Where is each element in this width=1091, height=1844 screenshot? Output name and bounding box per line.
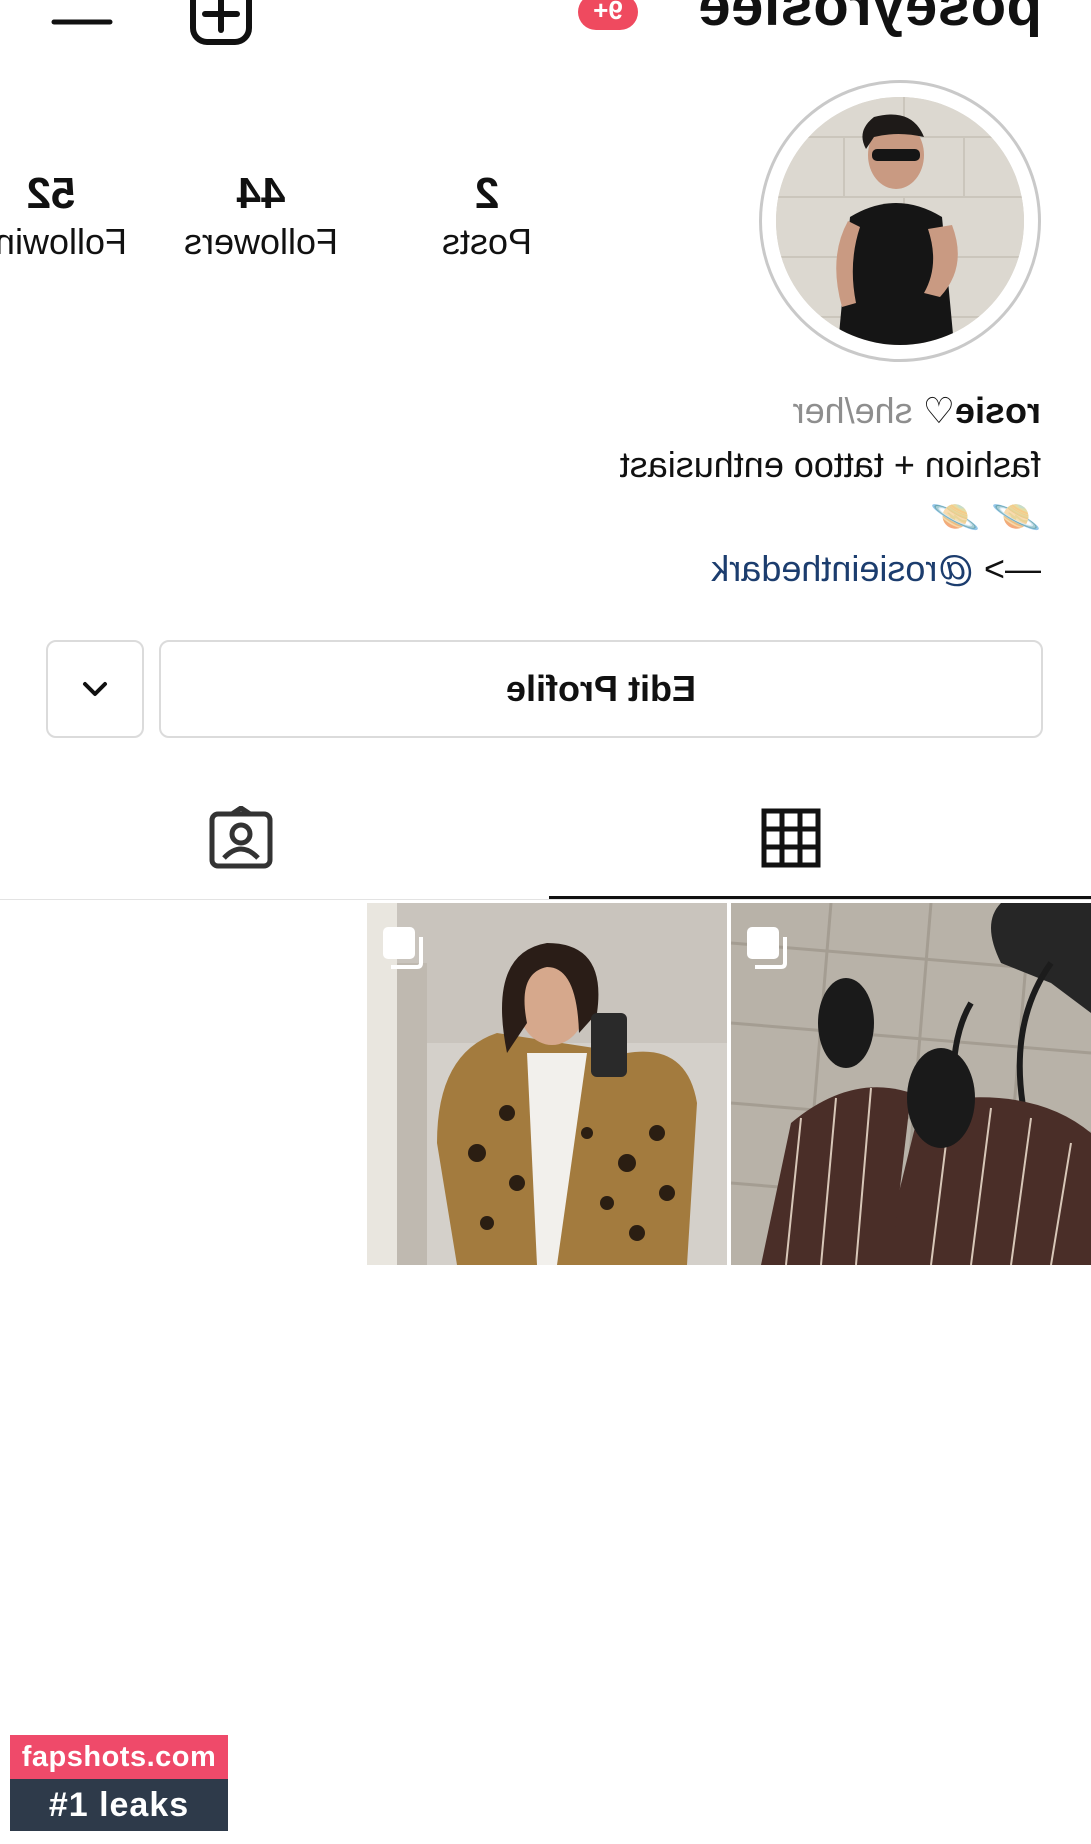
posts-label: Posts bbox=[441, 221, 533, 262]
mirrored-screen: poseyrosiee 9+ 2 Posts 44 Followers 52 F… bbox=[0, 0, 1091, 1844]
tagged-icon bbox=[209, 805, 273, 869]
following-count: 52 bbox=[26, 169, 76, 218]
suggested-dropdown-button[interactable] bbox=[46, 640, 144, 738]
watermark-site: fapshots.com bbox=[10, 1735, 228, 1779]
following-label: Following bbox=[0, 221, 128, 262]
followers-stat[interactable]: 44 Followers bbox=[171, 169, 351, 264]
multiple-photos-icon bbox=[747, 927, 787, 969]
bio-description: fashion + tattoo enthusiast bbox=[619, 444, 1041, 485]
watermark-tagline: #1 leaks bbox=[10, 1779, 228, 1831]
bio-emoji: 🪐 🪐 bbox=[930, 495, 1041, 539]
chevron-down-icon bbox=[83, 682, 107, 696]
post-thumbnail[interactable] bbox=[367, 903, 727, 1265]
posts-stat[interactable]: 2 Posts bbox=[397, 169, 577, 264]
following-stat[interactable]: 52 Following bbox=[0, 169, 141, 264]
avatar-photo bbox=[776, 97, 1024, 345]
posts-count: 2 bbox=[474, 169, 500, 218]
profile-username[interactable]: poseyrosiee bbox=[698, 0, 1042, 39]
bio-name-line: rosie♡ she/her bbox=[793, 390, 1041, 432]
menu-icon[interactable] bbox=[51, 0, 113, 39]
tab-divider bbox=[0, 899, 1091, 900]
heart-icon: ♡ bbox=[922, 390, 955, 431]
multiple-photos-icon bbox=[383, 927, 423, 969]
grid-icon bbox=[761, 808, 821, 868]
post-thumbnail[interactable] bbox=[731, 903, 1091, 1265]
edit-profile-button[interactable]: Edit Profile bbox=[159, 640, 1043, 738]
arrow-text: —> bbox=[983, 548, 1041, 589]
edit-profile-label: Edit Profile bbox=[505, 668, 697, 709]
display-name: rosie bbox=[954, 390, 1041, 431]
notification-badge[interactable]: 9+ bbox=[578, 0, 638, 30]
tab-tagged[interactable] bbox=[208, 805, 274, 875]
new-post-icon[interactable] bbox=[189, 0, 253, 51]
mention-link[interactable]: @rosieinthedark bbox=[711, 548, 974, 589]
profile-avatar[interactable] bbox=[759, 80, 1041, 362]
followers-label: Followers bbox=[183, 221, 339, 262]
followers-count: 44 bbox=[236, 169, 286, 218]
pronouns: she/her bbox=[792, 390, 913, 431]
tab-grid[interactable] bbox=[761, 808, 821, 873]
bio-link-line: —> @rosieinthedark bbox=[711, 548, 1041, 590]
